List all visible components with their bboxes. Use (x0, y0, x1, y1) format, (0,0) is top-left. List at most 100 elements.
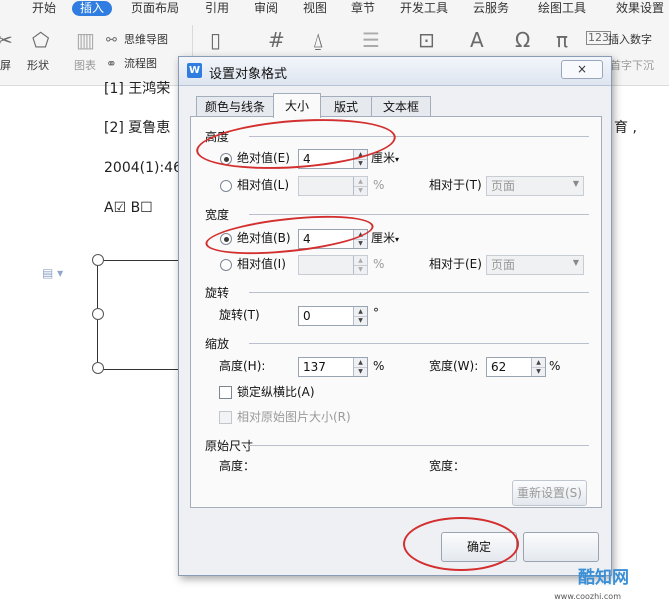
width-spinner[interactable]: ▲ ▼ (353, 230, 367, 248)
flowchart-label[interactable]: 流程图 (124, 57, 157, 71)
word-logo-icon: W (187, 63, 202, 78)
format-object-dialog: W 设置对象格式 × 颜色与线条 大小 版式 文本框 高度 绝对值(E) 4 ▲… (178, 56, 612, 576)
rotate-spinner[interactable]: ▲ ▼ (353, 307, 367, 325)
ok-button[interactable]: 确定 (441, 532, 517, 562)
cut-label[interactable]: 屏 (0, 59, 11, 73)
menu-start[interactable]: 开始 (32, 1, 56, 16)
menu-drawing-tools[interactable]: 绘图工具 (538, 1, 586, 16)
height-relative-input[interactable]: ▲ ▼ (298, 176, 368, 196)
lock-ratio-checkbox[interactable] (219, 386, 232, 399)
divider (249, 445, 589, 446)
width-relative-label: 相对值(I) (237, 257, 286, 271)
shape-label[interactable]: 形状 (27, 59, 49, 73)
tab-layout[interactable]: 版式 (320, 96, 372, 117)
spin-down-icon[interactable]: ▼ (354, 159, 367, 168)
height-unit-dropdown[interactable]: 厘米▾ (371, 150, 399, 168)
spin-down-icon[interactable]: ▼ (354, 367, 367, 376)
height-relative-radio[interactable] (220, 180, 232, 192)
height-absolute-input[interactable]: 4 ▲ ▼ (298, 149, 368, 169)
scale-width-input[interactable]: 62 ▲ ▼ (486, 357, 546, 377)
height-relative-to-label: 相对于(T) (429, 178, 482, 192)
symbol-icon[interactable]: Ω (515, 29, 530, 51)
reset-button[interactable]: 重新设置(S) (512, 480, 587, 506)
resize-handle-bottom-left[interactable] (92, 362, 104, 374)
original-section-title: 原始尺寸 (205, 439, 254, 453)
rotate-input[interactable]: 0 ▲ ▼ (298, 306, 368, 326)
dialog-title: 设置对象格式 (209, 67, 288, 82)
insert-number-label[interactable]: 插入数字 (608, 33, 652, 47)
width-unit-dropdown[interactable]: 厘米▾ (371, 230, 399, 248)
shape-icon[interactable]: ⬠ (32, 29, 49, 51)
reference-1: [1] 王鸿荣 (104, 81, 171, 97)
height-relative-to-select[interactable]: 页面 ▼ (486, 176, 584, 196)
spin-down-icon[interactable]: ▼ (532, 367, 545, 376)
scale-height-spinner[interactable]: ▲ ▼ (353, 358, 367, 376)
menu-review[interactable]: 审阅 (254, 1, 278, 16)
paragraph-icon[interactable]: ▤ ▾ (42, 266, 63, 280)
mindmap-icon[interactable]: ⚯ (106, 30, 117, 52)
reference-2-year: 2004(1):46 (104, 160, 182, 176)
menu-effects[interactable]: 效果设置 (616, 1, 664, 16)
flowchart-icon[interactable]: ⚭ (106, 54, 117, 76)
menu-references[interactable]: 引用 (205, 1, 229, 16)
tab-colors-lines[interactable]: 颜色与线条 (196, 96, 274, 117)
spin-down-icon[interactable]: ▼ (354, 186, 367, 195)
scale-height-input[interactable]: 137 ▲ ▼ (298, 357, 368, 377)
width-absolute-input[interactable]: 4 ▲ ▼ (298, 229, 368, 249)
height-relative-spinner[interactable]: ▲ ▼ (353, 177, 367, 195)
resize-handle-left[interactable] (92, 308, 104, 320)
tab-size[interactable]: 大小 (273, 93, 321, 118)
height-spinner[interactable]: ▲ ▼ (353, 150, 367, 168)
width-relative-radio[interactable] (220, 259, 232, 271)
close-button[interactable]: × (561, 60, 603, 79)
cut-icon[interactable]: ✂ (0, 29, 13, 51)
scale-width-spinner[interactable]: ▲ ▼ (531, 358, 545, 376)
height-relative-to-value: 页面 (491, 179, 516, 193)
page-number-icon[interactable]: # (268, 29, 285, 51)
width-absolute-radio[interactable] (220, 233, 232, 245)
relative-original-label: 相对原始图片大小(R) (237, 410, 351, 424)
relative-original-checkbox[interactable] (219, 411, 232, 424)
wordart-icon[interactable]: A (470, 29, 484, 51)
resize-handle-top-left[interactable] (92, 254, 104, 266)
dropcap-label[interactable]: 首字下沉 (610, 59, 654, 73)
scale-height-unit: % (373, 359, 385, 373)
reference-2: [2] 夏鲁恵 (104, 120, 171, 136)
width-relative-spinner[interactable]: ▲ ▼ (353, 256, 367, 274)
height-absolute-radio[interactable] (220, 153, 232, 165)
scale-height-label: 高度(H): (219, 359, 266, 373)
unit-dropdown-icon[interactable]: ▾ (395, 155, 399, 164)
formula-icon[interactable]: π (556, 29, 568, 51)
lock-ratio-label: 锁定纵横比(A) (237, 385, 315, 399)
dialog-titlebar[interactable]: W 设置对象格式 × (179, 57, 611, 86)
spin-down-icon[interactable]: ▼ (354, 316, 367, 325)
width-absolute-label: 绝对值(B) (237, 231, 291, 245)
width-relative-to-select[interactable]: 页面 ▼ (486, 255, 584, 275)
spin-down-icon[interactable]: ▼ (354, 239, 367, 248)
watermark-icon[interactable]: ⍙ (312, 29, 324, 51)
width-relative-input[interactable]: ▲ ▼ (298, 255, 368, 275)
size-panel: 高度 绝对值(E) 4 ▲ ▼ 厘米▾ 相对值(L) ▲ ▼ % 相对于(T) 页面… (190, 116, 602, 508)
chart-label[interactable]: 图表 (74, 59, 96, 73)
tab-textbox[interactable]: 文本框 (371, 96, 431, 117)
menu-page-layout[interactable]: 页面布局 (131, 1, 179, 16)
spin-down-icon[interactable]: ▼ (354, 265, 367, 274)
selected-textbox[interactable] (97, 260, 184, 370)
chart-icon[interactable]: ▥ (76, 29, 95, 51)
mindmap-label[interactable]: 思维导图 (124, 33, 168, 47)
scale-width-unit: % (549, 359, 561, 373)
menu-cloud[interactable]: 云服务 (473, 1, 509, 16)
page-icon[interactable]: ▯ (210, 29, 221, 51)
watermark-logo: 酷知网 (578, 568, 629, 588)
unit-dropdown-icon[interactable]: ▾ (395, 235, 399, 244)
menu-insert[interactable]: 插入 (72, 1, 113, 16)
menu-chapter[interactable]: 章节 (351, 1, 375, 16)
menu-view[interactable]: 视图 (303, 1, 327, 16)
cancel-button[interactable] (523, 532, 599, 562)
menu-developer[interactable]: 开发工具 (400, 1, 448, 16)
height-section-title: 高度 (205, 130, 230, 144)
comment-icon[interactable]: ☰ (362, 29, 380, 51)
menu-bar: 开始 插入 页面布局 引用 审阅 视图 章节 开发工具 云服务 绘图工具 效果设… (0, 0, 669, 17)
height-relative-unit: % (373, 178, 385, 192)
textbox-icon[interactable]: ⊡ (418, 29, 435, 51)
